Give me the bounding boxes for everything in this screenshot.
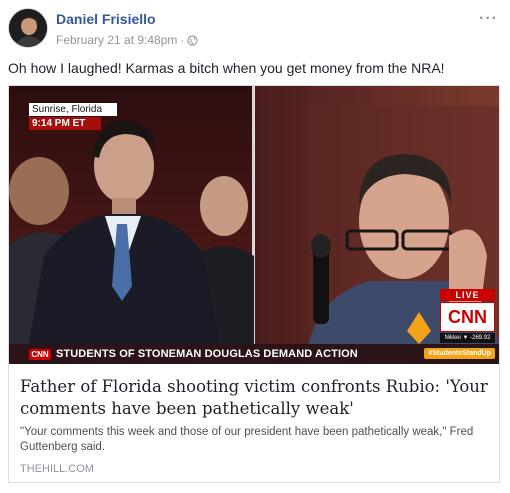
location-overlay: Sunrise, Florida 9:14 PM ET bbox=[29, 103, 117, 131]
post-header: Daniel Frisiello February 21 at 9:48pm ·… bbox=[8, 8, 502, 50]
broadcast-time: 9:14 PM ET bbox=[29, 117, 101, 130]
market-ticker: Nikkei ▼ -269.92 bbox=[440, 333, 495, 343]
author-name[interactable]: Daniel Frisiello bbox=[56, 11, 156, 27]
post-status-text: Oh how I laughed! Karmas a bitch when yo… bbox=[8, 60, 445, 76]
cnn-logo: CNN bbox=[440, 302, 495, 332]
meta-separator: · bbox=[180, 33, 185, 47]
link-preview-card[interactable]: Sunrise, Florida 9:14 PM ET LIVE CNN Nik… bbox=[8, 85, 500, 483]
post-timestamp[interactable]: February 21 at 9:48pm bbox=[56, 33, 177, 47]
news-chyron: CNN STUDENTS OF STONEMAN DOUGLAS DEMAND … bbox=[9, 344, 499, 364]
globe-icon[interactable] bbox=[187, 34, 199, 46]
post-meta: February 21 at 9:48pm · bbox=[56, 33, 199, 47]
live-badge: LIVE bbox=[440, 289, 495, 301]
link-title[interactable]: Father of Florida shooting victim confro… bbox=[20, 376, 490, 420]
link-thumbnail[interactable]: Sunrise, Florida 9:14 PM ET LIVE CNN Nik… bbox=[9, 86, 499, 364]
facebook-post: Daniel Frisiello February 21 at 9:48pm ·… bbox=[0, 0, 510, 493]
author-avatar[interactable] bbox=[8, 8, 48, 48]
link-description: "Your comments this week and those of ou… bbox=[20, 426, 474, 453]
chyron-hashtag: #StudentsStandUp bbox=[424, 348, 495, 359]
more-options-icon[interactable]: ··· bbox=[479, 10, 498, 28]
location-label: Sunrise, Florida bbox=[29, 103, 117, 116]
chyron-cnn-logo: CNN bbox=[29, 348, 51, 360]
chyron-headline: STUDENTS OF STONEMAN DOUGLAS DEMAND ACTI… bbox=[56, 348, 358, 360]
link-domain: THEHILL.COM bbox=[20, 463, 94, 475]
